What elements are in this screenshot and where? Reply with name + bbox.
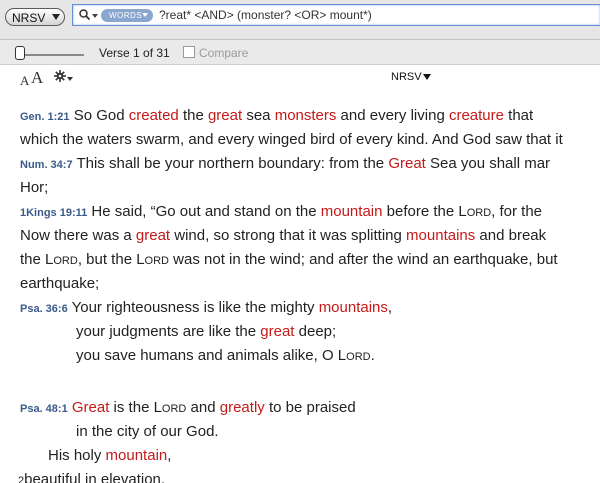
verse-line: in the city of our God. — [76, 420, 219, 444]
version-selector-label: NRSV — [12, 11, 46, 25]
verse-text: He said, “Go out and stand on the — [87, 203, 321, 220]
verse-line: Now there was a great wind, so strong th… — [20, 224, 546, 248]
search-hit: Great — [71, 399, 110, 416]
compare-checkbox[interactable] — [183, 46, 195, 58]
verse-text: , for the — [491, 203, 543, 220]
search-options-caret-icon[interactable] — [92, 14, 98, 18]
verse-text: deep; — [294, 323, 337, 340]
verse-reference[interactable]: Gen. 1:21 — [20, 111, 70, 123]
compare-label: Compare — [199, 46, 249, 60]
verse-line: you save humans and animals alike, O LOR… — [76, 344, 375, 368]
verse-text: before the L — [382, 203, 467, 220]
search-hit: great — [207, 107, 243, 124]
small-caps-text: ORD — [53, 255, 78, 267]
verse-text: Your righteousness is like the mighty — [67, 299, 319, 316]
verse-text: you save humans and animals alike, O L — [76, 347, 347, 364]
chevron-down-icon[interactable] — [67, 77, 73, 81]
decrease-font-button[interactable]: A — [20, 73, 29, 89]
search-hit: great — [260, 323, 295, 340]
verse-text: , but the L — [77, 251, 145, 268]
words-mode-pill[interactable]: WORDS — [101, 9, 153, 22]
verse-text: and every living — [336, 107, 449, 124]
search-hit: mountains — [318, 299, 388, 316]
verse-line: 2beautiful in elevation, — [18, 468, 165, 483]
verse-reference[interactable]: 1Kings 19:11 — [20, 207, 87, 219]
search-results-text[interactable]: Gen. 1:21 So God created the great sea m… — [0, 90, 600, 483]
verse-text: , — [167, 447, 172, 464]
verse-text: was not in the wind; and after the wind … — [169, 251, 558, 268]
verse-text: wind, so strong that it was splitting — [170, 227, 407, 244]
search-query-text[interactable]: ?reat* <AND> (monster? <OR> mount*) — [159, 8, 372, 22]
small-caps-text: ORD — [161, 403, 187, 415]
verse-text: the — [178, 107, 208, 124]
search-hit: Great — [388, 155, 426, 172]
chevron-down-icon — [142, 13, 148, 17]
verse-line: which the waters swarm, and every winged… — [20, 128, 563, 152]
verse-line: Psa. 48:1 Great is the LORD and greatly … — [20, 396, 356, 420]
verse-line: earthquake; — [20, 272, 99, 296]
navigation-bar — [0, 40, 600, 65]
words-mode-label: WORDS — [109, 11, 143, 20]
view-options-bar — [0, 66, 600, 90]
version-title-label[interactable]: NRSV — [391, 71, 422, 83]
increase-font-button[interactable]: A — [31, 68, 43, 88]
search-hit: mountains — [406, 227, 476, 244]
verse-text: and break — [475, 227, 547, 244]
small-caps-text: ORD — [466, 207, 492, 219]
verse-reference[interactable]: Psa. 48:1 — [20, 403, 68, 415]
chevron-down-icon[interactable] — [423, 74, 431, 80]
verse-line: your judgments are like the great deep; — [76, 320, 336, 344]
verse-text: Now there was a — [20, 227, 136, 244]
verse-text: that — [503, 107, 534, 124]
verse-reference[interactable]: Psa. 36:6 — [20, 303, 68, 315]
verse-text: and — [186, 399, 220, 416]
verse-slider-track[interactable] — [24, 54, 84, 56]
gear-icon[interactable] — [54, 70, 66, 82]
small-caps-text: ORD — [144, 255, 169, 267]
verse-text: your judgments are like the — [76, 323, 261, 340]
verse-text: So God — [69, 107, 129, 124]
verse-line: His holy mountain, — [48, 444, 171, 468]
verse-line: the LORD, but the LORD was not in the wi… — [20, 248, 558, 272]
search-hit: greatly — [219, 399, 265, 416]
small-caps-text: ORD — [346, 351, 371, 363]
verse-line: Gen. 1:21 So God created the great sea m… — [20, 104, 533, 128]
verse-slider-handle[interactable] — [15, 46, 25, 60]
version-selector-button[interactable]: NRSV — [5, 8, 65, 26]
search-hit: mountain — [320, 203, 383, 220]
verse-line: Num. 34:7 This shall be your northern bo… — [20, 152, 550, 176]
verse-text: the L — [20, 251, 54, 268]
search-hit: creature — [448, 107, 504, 124]
search-toolbar: NRSV WORDS ?reat* <AND> (monster? <OR> m… — [0, 0, 600, 40]
verse-count-label: Verse 1 of 31 — [99, 46, 170, 60]
verse-text: , — [387, 299, 393, 316]
verse-text: . — [370, 347, 375, 364]
verse-text: This shall be your northern boundary: fr… — [72, 155, 389, 172]
search-hit: monsters — [274, 107, 337, 124]
search-hit: created — [128, 107, 179, 124]
verse-text: earthquake; — [20, 275, 100, 292]
chevron-down-icon — [52, 14, 60, 20]
verse-text: sea — [242, 107, 275, 124]
verse-text: His holy — [48, 447, 106, 464]
verse-reference[interactable]: Num. 34:7 — [20, 159, 73, 171]
verse-text: is the L — [109, 399, 162, 416]
verse-text: Sea you shall mar — [425, 155, 551, 172]
verse-text: in the city of our God. — [76, 423, 219, 440]
search-hit: mountain — [105, 447, 168, 464]
search-hit: great — [135, 227, 171, 244]
verse-line: Hor; — [20, 176, 48, 200]
search-icon[interactable] — [79, 9, 90, 20]
verse-text: which the waters swarm, and every winged… — [20, 131, 563, 148]
verse-text: to be praised — [264, 399, 356, 416]
search-input[interactable]: WORDS ?reat* <AND> (monster? <OR> mount*… — [72, 4, 600, 26]
verse-text: beautiful in elevation, — [24, 471, 166, 483]
verse-line: 1Kings 19:11 He said, “Go out and stand … — [20, 200, 542, 224]
verse-text: Hor; — [20, 179, 49, 196]
verse-line: Psa. 36:6 Your righteousness is like the… — [20, 296, 392, 320]
